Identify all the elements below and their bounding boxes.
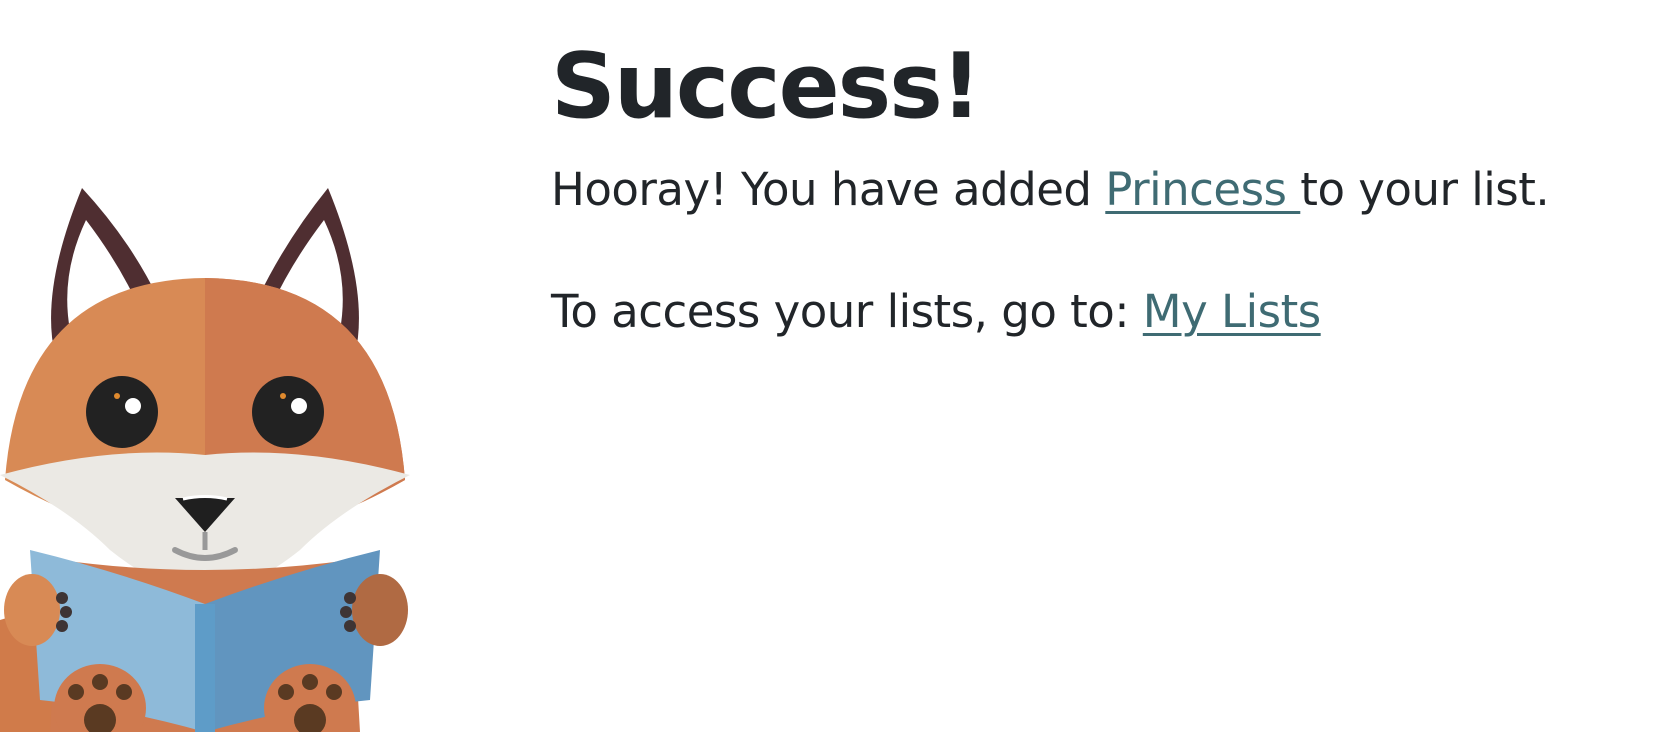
added-item-link[interactable]: Princess	[1105, 163, 1300, 216]
fox-reading-book-icon	[0, 188, 410, 732]
my-lists-link[interactable]: My Lists	[1143, 285, 1321, 338]
message-suffix: to your list.	[1300, 162, 1550, 216]
access-prefix: To access your lists, go to:	[551, 284, 1143, 338]
page-title: Success!	[551, 34, 982, 139]
access-lists-message: To access your lists, go to: My Lists	[551, 285, 1637, 339]
main-content: Success! Hooray! You have added Princess…	[551, 34, 1637, 339]
message-prefix: Hooray! You have added	[551, 162, 1106, 216]
success-message: Hooray! You have added Princess to your …	[551, 163, 1637, 217]
success-page: { "page": { "heading": "Success!", "mess…	[0, 0, 1677, 732]
